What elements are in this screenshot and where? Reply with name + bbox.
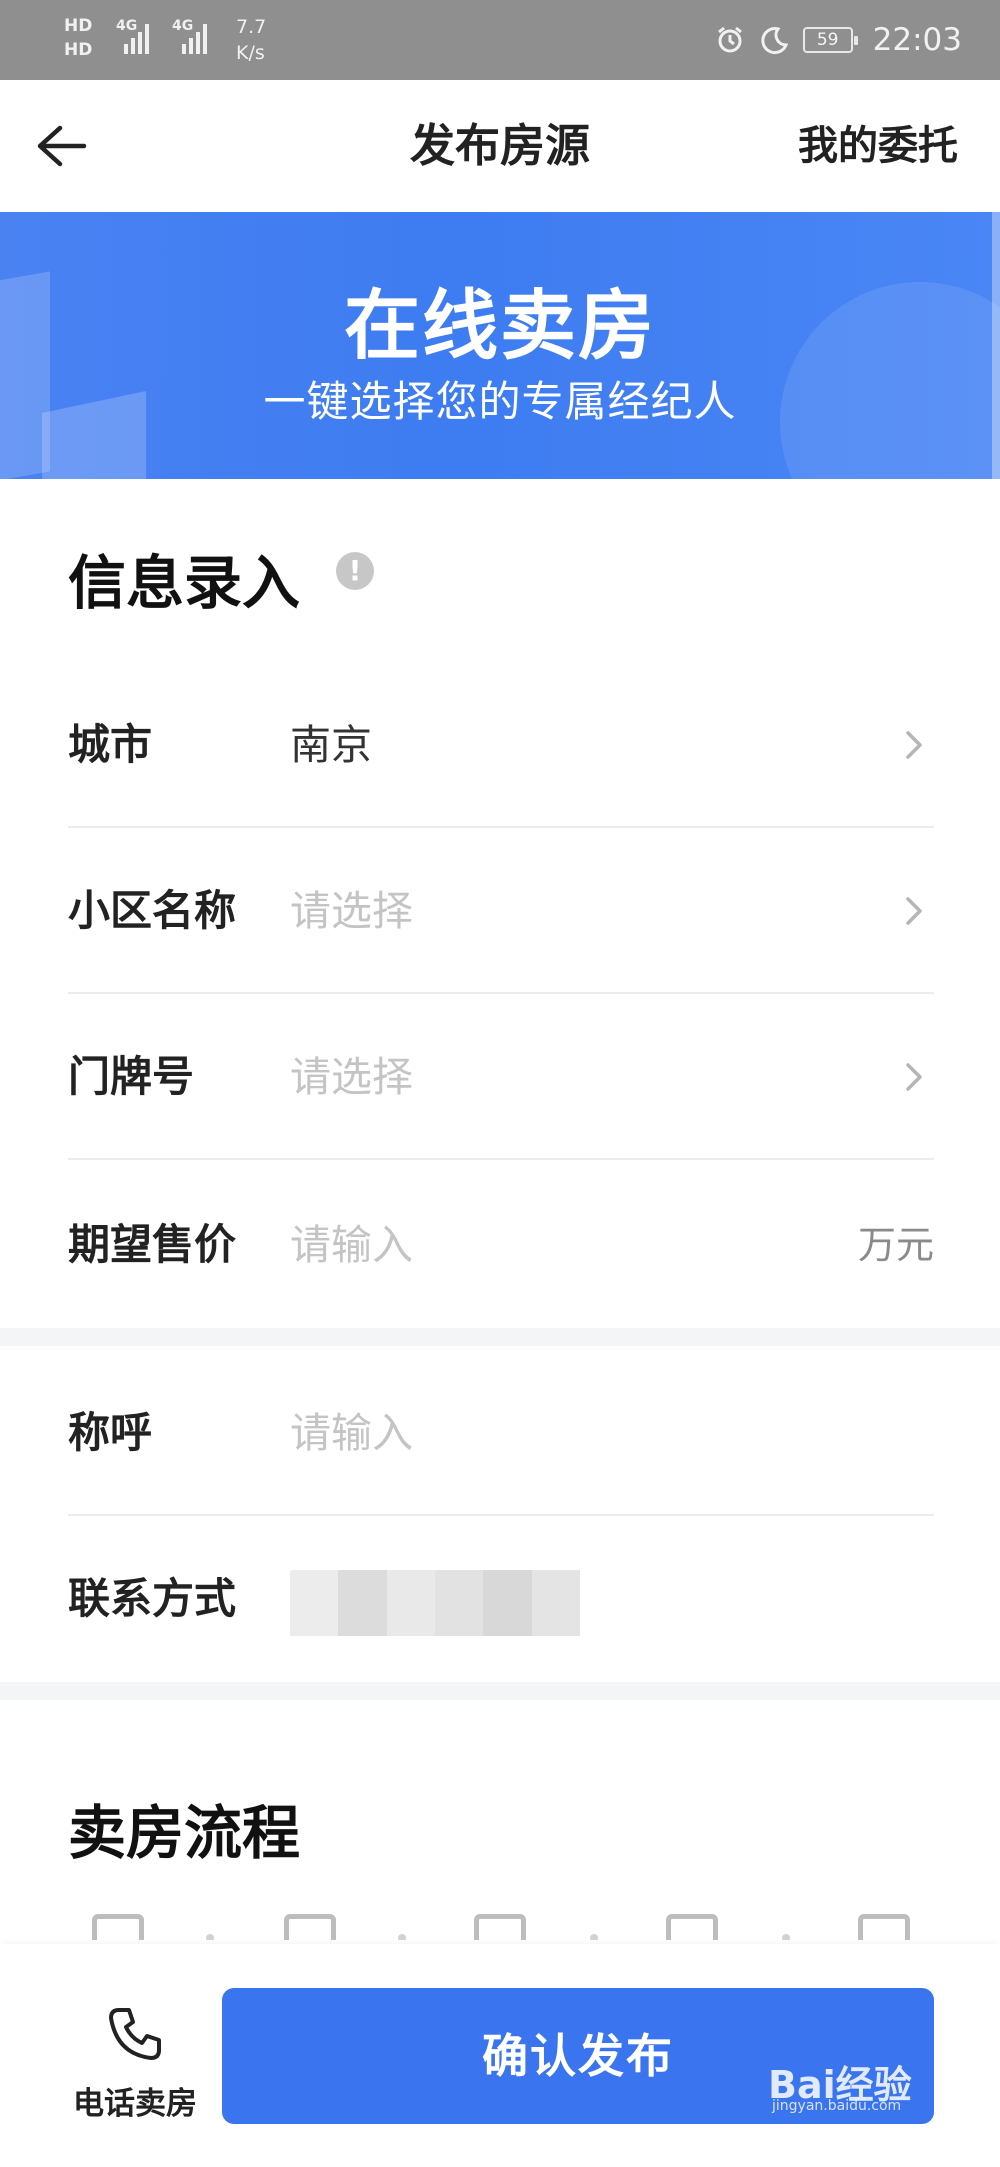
step-icon [666, 1914, 718, 1940]
my-entrust-link[interactable]: 我的委托 [798, 80, 958, 212]
info-icon[interactable]: ! [336, 552, 374, 590]
community-row[interactable]: 小区名称 请选择 [68, 828, 934, 994]
network-speed: 7.7 K/s [236, 16, 267, 64]
process-steps [0, 1900, 1000, 1940]
signal-icon [124, 20, 149, 54]
contact-label: 联系方式 [68, 1574, 237, 1623]
step-icon [92, 1914, 144, 1940]
price-label: 期望售价 [68, 1220, 237, 1269]
info-section-title: 信息录入 [68, 549, 301, 617]
chevron-right-icon [906, 897, 922, 925]
step-icon [858, 1914, 910, 1940]
city-label: 城市 [68, 720, 153, 769]
step-icon [474, 1914, 526, 1940]
baidu-watermark-url: jingyan.baidu.com [772, 2098, 902, 2114]
hd-indicator: HD HD [64, 16, 93, 60]
section-gap [0, 1328, 1000, 1346]
status-bar: HD HD 4G 4G 7.7 K/s 59 22:03 [0, 0, 1000, 80]
banner-subtitle: 一键选择您的专属经纪人 [263, 377, 737, 426]
community-placeholder: 请选择 [290, 887, 413, 935]
chevron-right-icon [906, 731, 922, 759]
price-unit: 万元 [857, 1223, 934, 1267]
battery-icon: 59 [802, 27, 858, 53]
city-row[interactable]: 城市 南京 [68, 662, 934, 828]
door-number-row[interactable]: 门牌号 请选择 [68, 994, 934, 1160]
door-number-label: 门牌号 [68, 1052, 195, 1101]
contact-input-blurred[interactable] [290, 1570, 580, 1636]
moon-icon [761, 27, 788, 55]
divider [68, 1158, 934, 1160]
price-row: 期望售价 请输入 万元 [68, 1162, 934, 1328]
phone-sell-label: 电话卖房 [73, 2086, 197, 2122]
name-label: 称呼 [68, 1408, 153, 1457]
chevron-right-icon [906, 1063, 922, 1091]
phone-sell-button[interactable]: 电话卖房 [60, 2004, 210, 2134]
signal-icon [182, 20, 207, 54]
clock: 22:03 [872, 22, 962, 58]
city-value: 南京 [290, 721, 372, 769]
contact-row: 联系方式 [68, 1516, 934, 1682]
name-row: 称呼 请输入 [68, 1350, 934, 1516]
process-section-title: 卖房流程 [68, 1799, 301, 1867]
banner-title: 在线卖房 [344, 281, 656, 370]
back-arrow-icon[interactable] [28, 114, 92, 178]
section-gap [0, 1682, 1000, 1700]
door-number-placeholder: 请选择 [290, 1053, 413, 1101]
bottom-action-bar: 电话卖房 确认发布 Bai经验 jingyan.baidu.com [0, 1944, 1000, 2167]
step-icon [284, 1914, 336, 1940]
promo-banner: 在线卖房 一键选择您的专属经纪人 [0, 212, 1000, 479]
community-label: 小区名称 [68, 886, 237, 935]
name-input[interactable]: 请输入 [290, 1350, 413, 1516]
nav-bar: 发布房源 我的委托 [0, 80, 1000, 212]
price-input[interactable]: 请输入 [290, 1162, 413, 1328]
alarm-icon [717, 26, 742, 53]
phone-icon [109, 2008, 161, 2060]
